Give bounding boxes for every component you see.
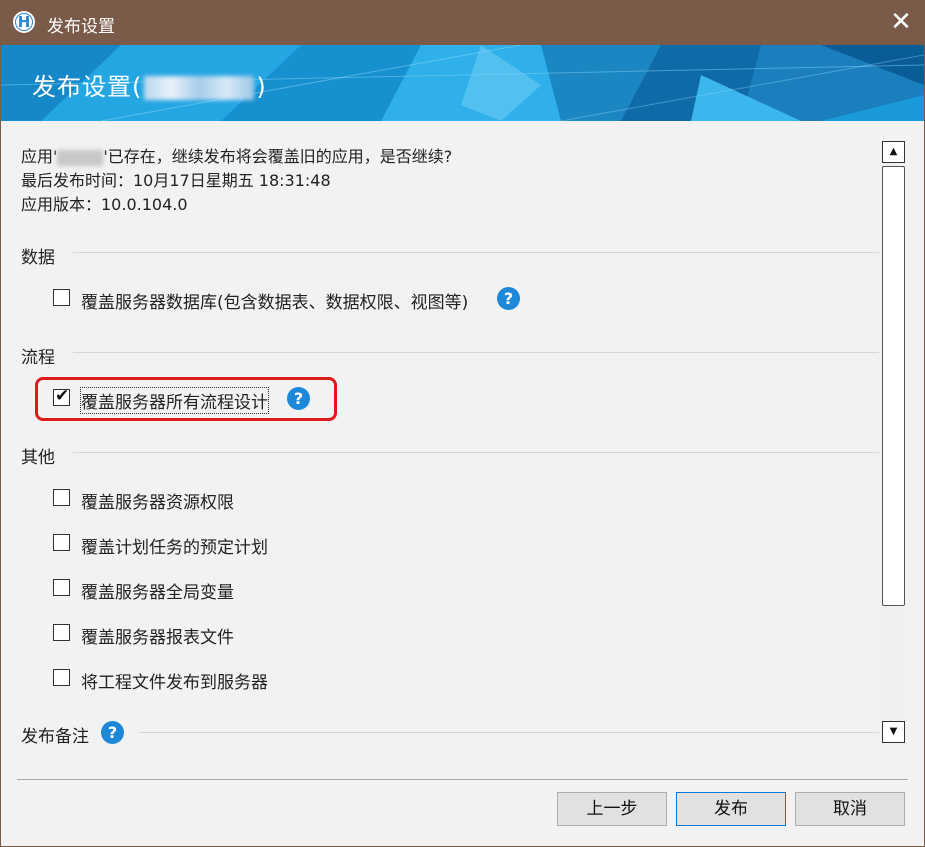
section-data-title: 数据: [21, 248, 55, 268]
publish-settings-dialog: H 发布设置 ✕ 发布设置() 应用' '已存在，继续发布将会覆盖旧的应用，是否继…: [0, 0, 925, 847]
title-bar: H 发布设置 ✕: [1, 1, 924, 45]
option-label: 覆盖服务器报表文件: [81, 628, 234, 648]
warning-suffix: '已存在，继续发布将会覆盖旧的应用，是否继续?: [103, 147, 453, 166]
redacted-app-name: [144, 76, 255, 100]
checkbox[interactable]: [53, 624, 70, 641]
last-publish-time: 最后发布时间：10月17日星期五 18:31:48: [21, 171, 331, 190]
red-highlight-box: [35, 377, 337, 421]
banner-title-prefix: 发布设置(: [32, 73, 143, 101]
section-divider: [139, 732, 879, 733]
banner-title: 发布设置(): [32, 67, 267, 102]
app-logo-letter: H: [17, 13, 31, 31]
footer-divider: [17, 779, 908, 780]
cancel-button[interactable]: 取消: [795, 792, 905, 826]
close-icon[interactable]: ✕: [878, 1, 924, 45]
option-label: 覆盖服务器数据库(包含数据表、数据权限、视图等): [81, 293, 469, 313]
overwrite-warning-text: 应用' '已存在，继续发布将会覆盖旧的应用，是否继续?: [21, 143, 452, 167]
section-divider: [73, 452, 879, 453]
option-label: 覆盖服务器资源权限: [81, 493, 234, 513]
option-label: 覆盖计划任务的预定计划: [81, 538, 268, 558]
redacted-app-name-inline: [57, 149, 104, 166]
warning-prefix: 应用': [21, 147, 58, 166]
vertical-scrollbar[interactable]: ▲ ▼: [882, 141, 905, 745]
settings-scroll-area: 应用' '已存在，继续发布将会覆盖旧的应用，是否继续? 最后发布时间：10月17日…: [1, 121, 879, 761]
window-title: 发布设置: [47, 17, 115, 37]
scroll-down-icon[interactable]: ▼: [882, 721, 905, 743]
section-divider: [73, 352, 879, 353]
help-icon[interactable]: ?: [101, 721, 124, 744]
header-banner: 发布设置(): [1, 45, 924, 121]
checkbox[interactable]: [53, 579, 70, 596]
option-label: 覆盖服务器全局变量: [81, 583, 234, 603]
app-logo-icon: H: [13, 11, 35, 33]
section-workflow-title: 流程: [21, 348, 55, 368]
option-label: 将工程文件发布到服务器: [81, 673, 268, 693]
section-notes-title: 发布备注: [21, 727, 89, 747]
checkbox[interactable]: [53, 669, 70, 686]
section-divider: [73, 252, 879, 253]
checkbox[interactable]: [53, 534, 70, 551]
banner-title-suffix: ): [256, 73, 267, 101]
app-version: 应用版本：10.0.104.0: [21, 195, 188, 214]
scroll-up-icon[interactable]: ▲: [882, 141, 905, 163]
help-icon[interactable]: ?: [497, 287, 520, 310]
previous-step-button[interactable]: 上一步: [557, 792, 667, 826]
checkbox[interactable]: [53, 489, 70, 506]
scrollbar-thumb[interactable]: [882, 166, 905, 606]
publish-button[interactable]: 发布: [676, 792, 786, 826]
checkbox[interactable]: [53, 289, 70, 306]
section-other-title: 其他: [21, 448, 55, 468]
